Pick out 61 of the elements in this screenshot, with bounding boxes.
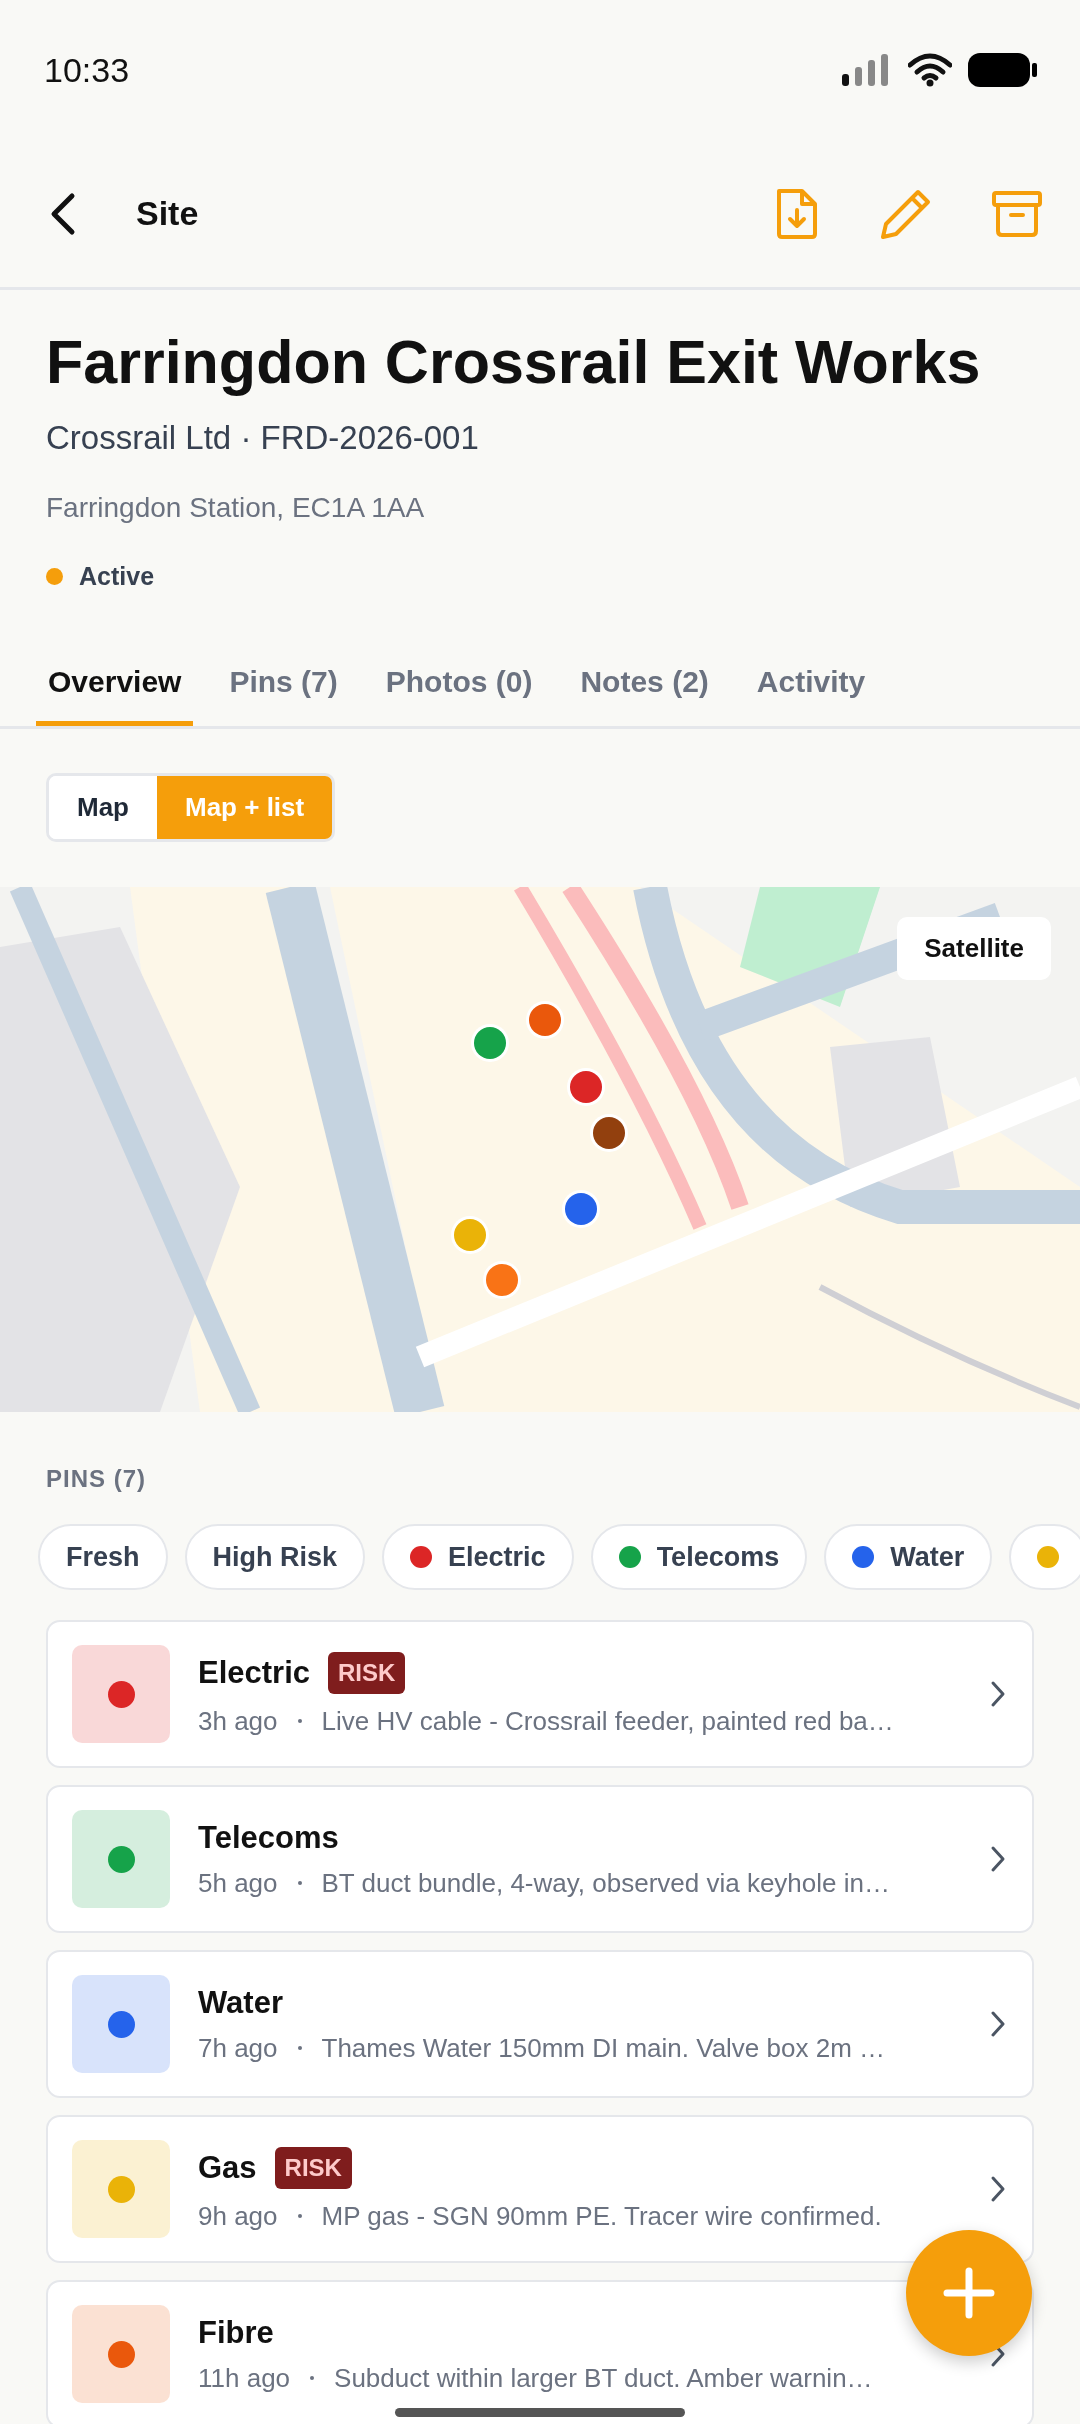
separator-dot xyxy=(310,2376,315,2381)
map-pin-marker[interactable] xyxy=(474,1027,506,1060)
tab[interactable]: Photos (0) xyxy=(373,655,545,727)
wifi-icon xyxy=(908,53,952,87)
filter-chip[interactable]: Water xyxy=(824,1524,993,1591)
pin-time: 9h ago xyxy=(198,2200,278,2232)
pin-title: Electric xyxy=(198,1654,310,1691)
pin-time: 7h ago xyxy=(198,2032,278,2064)
separator-dot xyxy=(297,1881,302,1886)
tab[interactable]: Overview xyxy=(36,655,194,727)
tab[interactable]: Pins (7) xyxy=(217,655,350,727)
pin-card[interactable]: Gas RISK 9h ago MP gas - SGN 90mm PE. Tracer wire confirmed. xyxy=(46,2115,1034,2264)
filter-chip[interactable]: Fresh xyxy=(38,1524,168,1591)
chevron-icon xyxy=(990,1680,1006,1709)
separator-dot xyxy=(297,1719,302,1724)
site-address: Farringdon Station, EC1A 1AA xyxy=(46,492,426,525)
pin-note: Subduct within larger BT duct. Amber warnin… xyxy=(334,2362,873,2394)
chevron-icon xyxy=(990,1845,1006,1874)
pin-note: Live HV cable - Crossrail feeder, painted red ba… xyxy=(321,1705,894,1737)
map-pin-marker[interactable] xyxy=(593,1117,625,1150)
status-time: 10:33 xyxy=(44,50,130,90)
status-dot xyxy=(46,568,63,586)
filter-chip[interactable]: Electric xyxy=(382,1524,574,1591)
pin-time: 3h ago xyxy=(198,1705,278,1737)
filter-chip[interactable] xyxy=(1009,1524,1080,1591)
section-heading: PINS (7) xyxy=(45,1464,147,1494)
pin-note: BT duct bundle, 4-way, observed via keyhole in… xyxy=(321,1867,890,1899)
site-name: Farringdon Crossrail Exit Works xyxy=(46,327,982,398)
tab[interactable]: Activity xyxy=(744,655,878,727)
pin-title: Water xyxy=(198,1984,283,2021)
pin-time: 11h ago xyxy=(198,2362,291,2394)
pin-title: Gas xyxy=(198,2149,257,2186)
chevron-icon xyxy=(990,2010,1006,2039)
map-pin-marker[interactable] xyxy=(454,1219,486,1252)
plus-icon[interactable] xyxy=(941,2265,997,2321)
pin-card[interactable]: Fibre 11h ago Subduct within larger BT duct. Amber warnin… xyxy=(46,2280,1034,2424)
status-label: Active xyxy=(79,562,155,592)
chevron-icon xyxy=(990,2175,1006,2204)
pin-note: MP gas - SGN 90mm PE. Tracer wire confirmed. xyxy=(321,2200,882,2232)
client-reference: Crossrail Ltd · FRD-2026-001 xyxy=(46,419,480,458)
filter-chip[interactable]: High Risk xyxy=(184,1524,366,1591)
map-pin-marker[interactable] xyxy=(565,1193,597,1226)
separator-dot xyxy=(297,2214,302,2219)
risk-badge: RISK xyxy=(328,1651,406,1694)
tab[interactable]: Notes (2) xyxy=(568,655,721,727)
map-pin-marker[interactable] xyxy=(486,1264,518,1297)
risk-badge: RISK xyxy=(274,2146,352,2189)
pin-note: Thames Water 150mm DI main. Valve box 2m … xyxy=(321,2032,886,2064)
map-pin-marker[interactable] xyxy=(570,1071,602,1104)
filter-chip[interactable]: Telecoms xyxy=(590,1524,808,1591)
separator-dot xyxy=(297,2046,302,2051)
screen-title: Site xyxy=(136,194,200,233)
pin-time: 5h ago xyxy=(198,1867,278,1899)
map-pin-marker[interactable] xyxy=(529,1004,561,1037)
pin-title: Fibre xyxy=(198,2314,274,2351)
satellite-button[interactable]: Satellite xyxy=(897,917,1051,981)
battery-icon xyxy=(968,53,1038,87)
pin-card[interactable]: Water 7h ago Thames Water 150mm DI main. Valve box 2m … xyxy=(46,1950,1034,2099)
pin-title: Telecoms xyxy=(198,1819,339,1856)
pin-card[interactable]: Electric RISK 3h ago Live HV cable - Crossrail feeder, painted red ba… xyxy=(46,1620,1034,1769)
pin-card[interactable]: Telecoms 5h ago BT duct bundle, 4-way, observed via keyhole in… xyxy=(46,1785,1034,1934)
